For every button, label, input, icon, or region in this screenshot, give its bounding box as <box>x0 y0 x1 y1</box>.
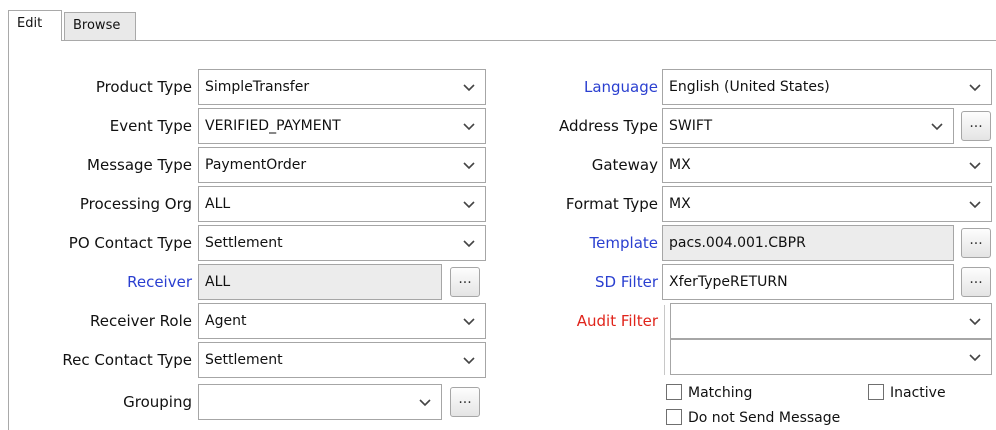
grouping-label: Grouping <box>123 393 192 411</box>
sd-filter-label[interactable]: SD Filter <box>520 264 658 300</box>
tab-browse[interactable]: Browse <box>64 12 136 40</box>
audit-filter-label[interactable]: Audit Filter <box>520 303 658 339</box>
audit-filter-select-1[interactable] <box>670 303 992 339</box>
format-type-value: MX <box>669 196 691 212</box>
po-contact-type-label: PO Contact Type <box>68 234 192 252</box>
receiver-role-value: Agent <box>205 313 247 329</box>
tab-browse-label: Browse <box>73 18 121 33</box>
chevron-down-icon <box>461 235 477 251</box>
processing-org-label: Processing Org <box>79 195 192 213</box>
event-type-value: VERIFIED_PAYMENT <box>205 118 341 134</box>
language-label[interactable]: Language <box>520 69 658 105</box>
gateway-label: Gateway <box>591 156 658 174</box>
receiver-role-select[interactable]: Agent <box>198 303 486 339</box>
inactive-checkbox[interactable]: Inactive <box>868 382 978 404</box>
do-not-send-checkbox-box[interactable] <box>666 409 682 425</box>
format-type-select[interactable]: MX <box>662 186 992 222</box>
rec-contact-type-value: Settlement <box>205 352 283 368</box>
tab-divider <box>8 40 996 41</box>
message-type-value: PaymentOrder <box>205 157 307 173</box>
po-contact-type-select[interactable]: Settlement <box>198 225 486 261</box>
chevron-down-icon <box>417 394 433 410</box>
tab-edit-label: Edit <box>17 16 43 31</box>
message-type-select[interactable]: PaymentOrder <box>198 147 486 183</box>
chevron-down-icon <box>461 157 477 173</box>
chevron-down-icon <box>967 79 983 95</box>
panel-border <box>8 40 9 430</box>
inactive-checkbox-box[interactable] <box>868 384 884 400</box>
do-not-send-checkbox-label: Do not Send Message <box>688 410 841 426</box>
template-value: pacs.004.001.CBPR <box>669 235 806 251</box>
address-type-browse-button[interactable]: ... <box>961 111 991 141</box>
processing-org-select[interactable]: ALL <box>198 186 486 222</box>
sd-filter-field[interactable]: XferTypeRETURN <box>662 264 954 300</box>
address-type-value: SWIFT <box>669 118 713 134</box>
event-type-label: Event Type <box>109 117 192 135</box>
template-label[interactable]: Template <box>520 225 658 261</box>
do-not-send-checkbox[interactable]: Do not Send Message <box>666 407 886 429</box>
format-type-label: Format Type <box>565 195 658 213</box>
chevron-down-icon <box>967 349 983 365</box>
receiver-label[interactable]: Receiver <box>40 264 192 300</box>
chevron-down-icon <box>461 196 477 212</box>
receiver-role-label: Receiver Role <box>90 312 192 330</box>
message-type-label: Message Type <box>87 156 192 174</box>
chevron-down-icon <box>967 157 983 173</box>
event-type-select[interactable]: VERIFIED_PAYMENT <box>198 108 486 144</box>
product-type-label: Product Type <box>95 78 192 96</box>
inactive-checkbox-label: Inactive <box>890 385 946 401</box>
gateway-value: MX <box>669 157 691 173</box>
chevron-down-icon <box>461 79 477 95</box>
sd-filter-value: XferTypeRETURN <box>669 274 788 290</box>
tab-edit[interactable]: Edit <box>8 10 62 41</box>
chevron-down-icon <box>461 313 477 329</box>
address-type-select[interactable]: SWIFT <box>662 108 954 144</box>
gateway-select[interactable]: MX <box>662 147 992 183</box>
chevron-down-icon <box>967 196 983 212</box>
po-contact-type-value: Settlement <box>205 235 283 251</box>
rec-contact-type-label: Rec Contact Type <box>62 351 192 369</box>
processing-org-value: ALL <box>205 196 231 212</box>
receiver-field: ALL <box>198 264 442 300</box>
language-select[interactable]: English (United States) <box>662 69 992 105</box>
audit-filter-separator <box>664 305 665 375</box>
matching-checkbox[interactable]: Matching <box>666 382 826 404</box>
chevron-down-icon <box>461 118 477 134</box>
tab-bar: Edit Browse <box>8 10 996 41</box>
receiver-browse-button[interactable]: ... <box>450 267 480 297</box>
address-type-label: Address Type <box>559 117 658 135</box>
grouping-select[interactable] <box>198 384 442 420</box>
chevron-down-icon <box>929 118 945 134</box>
matching-checkbox-label: Matching <box>688 385 753 401</box>
template-browse-button[interactable]: ... <box>961 228 991 258</box>
grouping-browse-button[interactable]: ... <box>450 387 480 417</box>
product-type-select[interactable]: SimpleTransfer <box>198 69 486 105</box>
template-field: pacs.004.001.CBPR <box>662 225 954 261</box>
language-value: English (United States) <box>669 79 830 95</box>
receiver-value: ALL <box>205 274 231 290</box>
chevron-down-icon <box>967 313 983 329</box>
matching-checkbox-box[interactable] <box>666 384 682 400</box>
audit-filter-select-2[interactable] <box>670 339 992 375</box>
rec-contact-type-select[interactable]: Settlement <box>198 342 486 378</box>
chevron-down-icon <box>461 352 477 368</box>
product-type-value: SimpleTransfer <box>205 79 310 95</box>
sd-filter-browse-button[interactable]: ... <box>961 267 991 297</box>
